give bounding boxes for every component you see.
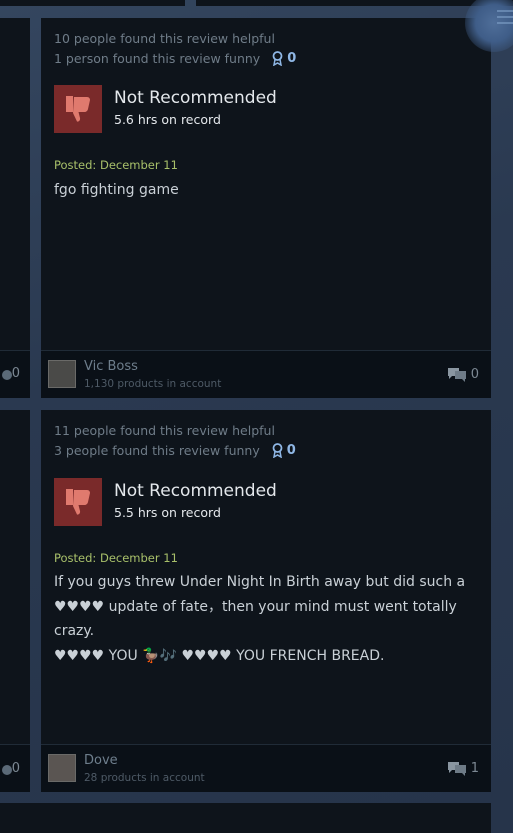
products-in-account: 1,130 products in account [84, 378, 222, 390]
posted-date: Posted: December 11 [54, 158, 178, 172]
partial-review-card[interactable]: 0 [0, 410, 30, 792]
comment-count: 0 [11, 761, 20, 776]
review-verdict[interactable]: Not Recommended 5.5 hrs on record [54, 478, 277, 526]
partial-card-footer: 0 [0, 350, 30, 398]
funny-count-text: 3 people found this review funny [54, 443, 260, 458]
posted-date: Posted: December 11 [54, 551, 178, 565]
funny-count-text: 1 person found this review funny [54, 51, 261, 66]
comment-bubble-icon [447, 762, 466, 776]
partial-review-card[interactable]: 0 [0, 18, 30, 398]
comment-count: 0 [11, 366, 20, 381]
review-footer: Vic Boss 1,130 products in account 0 [41, 350, 491, 398]
review-body-line: fgo fighting game [54, 182, 179, 198]
partial-card-footer: 0 [0, 744, 30, 792]
review-body-line: ♥♥♥♥ YOU 🦆🎶 ♥♥♥♥ YOU FRENCH BREAD. [54, 647, 385, 664]
comment-bubble-icon[interactable] [2, 765, 12, 775]
thumbs-down-icon [54, 478, 102, 526]
hours-on-record: 5.6 hrs on record [114, 112, 221, 127]
review-body: If you guys threw Under Night In Birth a… [54, 570, 479, 668]
review-body: fgo fighting game [54, 178, 479, 203]
comment-bubble-icon [447, 368, 466, 382]
award-count: 0 [287, 51, 297, 66]
review-footer: Dove 28 products in account 1 [41, 744, 491, 792]
helpful-count-text: 10 people found this review helpful [54, 31, 275, 46]
comment-button[interactable]: 1 [447, 760, 479, 776]
helpful-count-text: 11 people found this review helpful [54, 423, 275, 438]
products-in-account: 28 products in account [84, 772, 205, 784]
comment-count: 1 [470, 760, 479, 776]
funny-count-row: 1 person found this review funny 0 [54, 51, 296, 66]
menu-lines-icon [497, 10, 513, 28]
previous-card-edge [0, 0, 185, 6]
review-card[interactable]: 10 people found this review helpful 1 pe… [41, 18, 491, 398]
review-body-line: crazy. [54, 623, 95, 639]
author-name[interactable]: Dove [84, 753, 118, 768]
verdict-title: Not Recommended [114, 481, 277, 501]
thumbs-down-icon [54, 85, 102, 133]
review-body-line: If you guys threw Under Night In Birth a… [54, 574, 466, 590]
award-button[interactable]: 0 [272, 443, 296, 458]
review-body-line: ♥♥♥♥ update of fate，then your mind must … [54, 598, 457, 615]
avatar[interactable] [48, 360, 76, 388]
award-ribbon-icon [272, 51, 283, 66]
author-name[interactable]: Vic Boss [84, 359, 138, 374]
comment-count: 0 [470, 366, 479, 382]
avatar[interactable] [48, 754, 76, 782]
comment-button[interactable]: 0 [447, 366, 479, 382]
hours-on-record: 5.5 hrs on record [114, 505, 221, 520]
review-card[interactable]: 11 people found this review helpful 3 pe… [41, 410, 491, 792]
review-verdict[interactable]: Not Recommended 5.6 hrs on record [54, 85, 277, 133]
comment-bubble-icon[interactable] [2, 370, 12, 380]
previous-card-edge [196, 0, 513, 6]
verdict-title: Not Recommended [114, 88, 277, 108]
next-review-card-edge [0, 803, 491, 833]
award-button[interactable]: 0 [272, 51, 296, 66]
funny-count-row: 3 people found this review funny 0 [54, 443, 296, 458]
award-ribbon-icon [272, 443, 283, 458]
award-count: 0 [286, 443, 296, 458]
